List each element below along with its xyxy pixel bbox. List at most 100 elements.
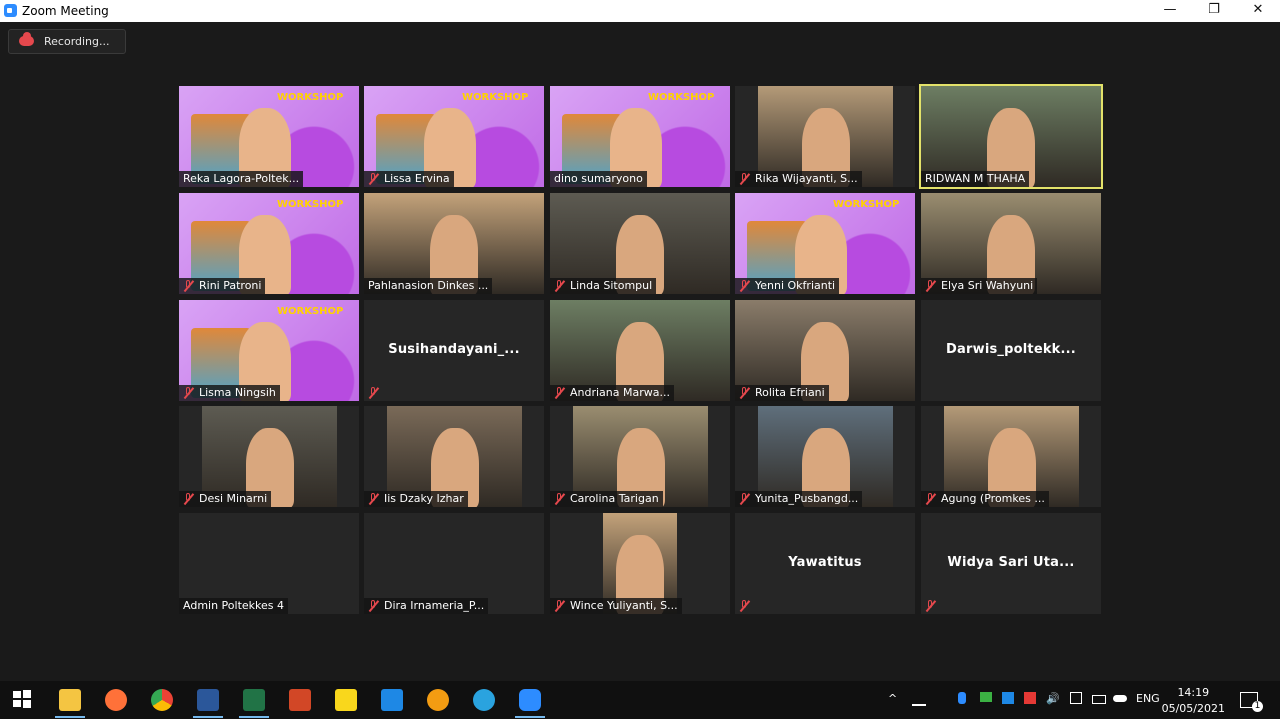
muted-microphone-icon: [554, 600, 564, 612]
participant-name: Wince Yuliyanti, S...: [570, 599, 678, 612]
participant-name: Carolina Tarigan: [570, 492, 659, 505]
sticky-notes-icon[interactable]: [335, 689, 357, 711]
restore-button[interactable]: ❐: [1192, 0, 1236, 22]
participant-display-name: Yawatitus: [788, 555, 862, 570]
participant-tile[interactable]: Widya Sari Uta...: [921, 513, 1101, 614]
participant-name-bar: Rika Wijayanti, S...: [735, 171, 862, 187]
speaker-icon[interactable]: 🔊: [1046, 692, 1060, 705]
participant-tile[interactable]: Wince Yuliyanti, S...: [550, 513, 730, 614]
language-indicator[interactable]: ENG: [1136, 692, 1160, 705]
participant-name: Elya Sri Wahyuni: [941, 279, 1034, 292]
participant-name: Pahlanasion Dinkes ...: [368, 279, 489, 292]
participant-tile[interactable]: Agung (Promkes ...: [921, 406, 1101, 507]
participant-tile[interactable]: Yawatitus: [735, 513, 915, 614]
participant-tile[interactable]: WORKSHOP Yenni Okfrianti: [735, 193, 915, 294]
participant-tile[interactable]: Linda Sitompul: [550, 193, 730, 294]
cloud-recording-icon: [19, 32, 34, 46]
participant-name-bar: Elya Sri Wahyuni: [921, 278, 1038, 294]
participant-tile[interactable]: Rika Wijayanti, S...: [735, 86, 915, 187]
participant-name-bar: RIDWAN M THAHA: [921, 171, 1030, 187]
participant-tile[interactable]: WORKSHOP Rini Patroni: [179, 193, 359, 294]
security-icon[interactable]: [1024, 692, 1036, 704]
participant-name-bar: [364, 385, 388, 401]
participant-name: Desi Minarni: [199, 492, 268, 505]
muted-microphone-icon: [368, 600, 378, 612]
participant-tile[interactable]: WORKSHOP dino sumaryono: [550, 86, 730, 187]
muted-microphone-icon: [925, 600, 935, 612]
muted-microphone-icon: [925, 493, 935, 505]
windows-start-icon[interactable]: [12, 689, 32, 709]
participant-display-name: Widya Sari Uta...: [947, 555, 1075, 570]
participant-name: RIDWAN M THAHA: [925, 172, 1026, 185]
calendar-icon[interactable]: [381, 689, 403, 711]
taskbar-clock[interactable]: 14:19 05/05/2021: [1162, 685, 1225, 717]
participant-name: Andriana Marwa...: [570, 386, 670, 399]
onedrive-cloud-icon[interactable]: [1113, 695, 1127, 702]
firefox-icon[interactable]: [105, 689, 127, 711]
muted-microphone-icon: [739, 173, 749, 185]
participant-tile[interactable]: Andriana Marwa...: [550, 300, 730, 401]
participant-tile[interactable]: Yunita_Pusbangd...: [735, 406, 915, 507]
participant-tile[interactable]: Carolina Tarigan: [550, 406, 730, 507]
participant-display-name: Susihandayani_...: [388, 342, 520, 357]
battery-icon[interactable]: [1092, 695, 1106, 704]
nvidia-icon[interactable]: [980, 692, 992, 702]
active-app-indicator: [193, 716, 223, 718]
chrome-icon[interactable]: [151, 689, 173, 711]
participant-tile[interactable]: Dira Irnameria_P...: [364, 513, 544, 614]
participant-name-bar: Dira Irnameria_P...: [364, 598, 489, 614]
windows-taskbar: ^ 🔊 ENG 14:19 05/05/2021 1: [0, 681, 1280, 719]
workshop-background-label: WORKSHOP: [462, 92, 529, 103]
participant-tile[interactable]: WORKSHOP Reka Lagora-Poltek...: [179, 86, 359, 187]
telegram-icon[interactable]: [473, 689, 495, 711]
window-title: Zoom Meeting: [22, 4, 109, 18]
participant-name-bar: Carolina Tarigan: [550, 491, 663, 507]
active-app-indicator: [515, 716, 545, 718]
participant-name: Linda Sitompul: [570, 279, 653, 292]
powerpoint-icon[interactable]: [289, 689, 311, 711]
display-icon[interactable]: [1070, 692, 1082, 704]
participant-name: Yenni Okfrianti: [755, 279, 836, 292]
participant-tile[interactable]: WORKSHOP Lisma Ningsih: [179, 300, 359, 401]
participant-name: dino sumaryono: [554, 172, 643, 185]
minimize-button[interactable]: —: [1148, 0, 1192, 22]
participant-name-bar: Desi Minarni: [179, 491, 272, 507]
participant-tile[interactable]: Rolita Efriani: [735, 300, 915, 401]
network-icon[interactable]: [912, 694, 926, 706]
participant-tile[interactable]: Desi Minarni: [179, 406, 359, 507]
recording-indicator[interactable]: Recording...: [8, 29, 126, 54]
zoom-taskbar-icon[interactable]: [519, 689, 541, 711]
participant-tile[interactable]: Admin Poltekkes 4: [179, 513, 359, 614]
participant-name-bar: Admin Poltekkes 4: [179, 598, 289, 614]
muted-microphone-icon: [739, 600, 749, 612]
participant-name: Agung (Promkes ...: [941, 492, 1045, 505]
bluetooth-icon[interactable]: [958, 692, 966, 704]
participant-tile[interactable]: Darwis_poltekk...: [921, 300, 1101, 401]
participant-tile[interactable]: Iis Dzaky Izhar: [364, 406, 544, 507]
participant-name-bar: Wince Yuliyanti, S...: [550, 598, 682, 614]
excel-icon[interactable]: [243, 689, 265, 711]
active-app-indicator: [55, 716, 85, 718]
participant-tile[interactable]: Elya Sri Wahyuni: [921, 193, 1101, 294]
muted-microphone-icon: [739, 493, 749, 505]
participant-tile[interactable]: RIDWAN M THAHA: [919, 84, 1103, 189]
participant-name: Admin Poltekkes 4: [183, 599, 285, 612]
participant-name-bar: Yenni Okfrianti: [735, 278, 840, 294]
clock-date: 05/05/2021: [1161, 702, 1225, 715]
participant-name-bar: Linda Sitompul: [550, 278, 657, 294]
app-tray-icon[interactable]: [1002, 692, 1014, 704]
participant-name-bar: [921, 598, 945, 614]
participant-tile[interactable]: Pahlanasion Dinkes ...: [364, 193, 544, 294]
participant-tile[interactable]: WORKSHOP Lissa Ervina: [364, 86, 544, 187]
muted-microphone-icon: [739, 387, 749, 399]
muted-microphone-icon: [183, 493, 193, 505]
show-hidden-icons-chevron-icon[interactable]: ^: [888, 692, 897, 705]
vlc-icon[interactable]: [427, 689, 449, 711]
word-icon[interactable]: [197, 689, 219, 711]
participant-tile[interactable]: Susihandayani_...: [364, 300, 544, 401]
close-button[interactable]: ✕: [1236, 0, 1280, 22]
file-explorer-icon[interactable]: [59, 689, 81, 711]
participant-name: Dira Irnameria_P...: [384, 599, 485, 612]
muted-microphone-icon: [368, 173, 378, 185]
participant-name-bar: Agung (Promkes ...: [921, 491, 1049, 507]
